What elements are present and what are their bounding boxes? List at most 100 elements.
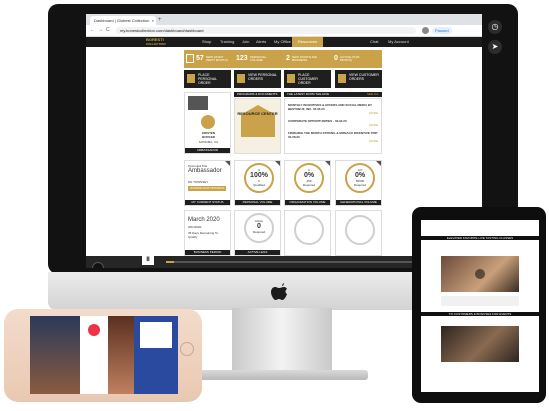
browser-tab[interactable]: Dashboard | Globest Collection ×: [90, 16, 156, 25]
nav-join[interactable]: Join: [242, 37, 249, 47]
stat-active: 0 ACTIVE (THIS MONTH): [334, 52, 380, 66]
name-line2: BURGER: [201, 135, 215, 139]
list-icon: [338, 74, 346, 83]
resource-center-title: RESOURCE CENTER: [237, 111, 278, 116]
ring-bottom: Qualified: [253, 183, 265, 187]
ring-value: 100%: [250, 172, 268, 179]
active-legs-card: Active 0 Required ACTIVE LEGS: [234, 210, 281, 256]
progress-ring: 127 0% 50000 Required: [345, 163, 375, 193]
news-title: MONTHLY INCENTIVES & OFFERS AND SOCIAL M…: [288, 103, 373, 111]
more-link[interactable]: MORE: [288, 111, 378, 115]
progress-ring: Active 0 Required: [244, 213, 274, 243]
phone-card: [140, 322, 172, 348]
home-button[interactable]: [180, 342, 194, 356]
nav-chat[interactable]: Chat: [370, 37, 378, 47]
sync-status-badge[interactable]: Paused: [432, 27, 452, 34]
back-icon[interactable]: ←: [90, 27, 95, 34]
news-header-title: THE LATEST FROM THE HIVE: [287, 92, 330, 96]
pause-button[interactable]: II: [142, 255, 154, 265]
period-month: March 2020: [188, 217, 220, 223]
browser-tab-bar: Dashboard | Globest Collection × +: [86, 14, 482, 25]
imac-stand-neck: [232, 308, 332, 374]
sponsor-name: DN TOWNSEY: [188, 180, 209, 184]
url-input[interactable]: my.bonestcollection.com/dashboard/dashbo…: [116, 27, 416, 34]
tile-label: PLACE CUSTOMER ORDER: [298, 73, 318, 85]
news-item[interactable]: CORPORATE OPPORTUNITIES - 03.02.20 MORE: [288, 119, 378, 127]
phone-screen: [30, 316, 178, 394]
stat-label: PERSONAL VOLUME: [250, 55, 267, 62]
imac-stand-base: [196, 370, 368, 380]
new-tab-icon[interactable]: +: [158, 16, 162, 25]
calendar-icon: [186, 54, 194, 63]
ambassador-card: KRISTEN BURGER SONOMA, CA AMBASSADOR: [184, 92, 231, 154]
site-logo[interactable]: BORESTI COLLECTION: [146, 38, 166, 47]
phone-white-panel: [82, 316, 106, 394]
tile-label: VIEW CUSTOMER ORDERS: [349, 73, 379, 81]
period-note: 35 Days Remaining To Qualify: [188, 231, 219, 239]
stat-value: 0: [334, 55, 338, 62]
share-icon[interactable]: ➤: [488, 40, 502, 54]
play-icon[interactable]: [475, 269, 485, 279]
period-range: 3/01/2020: [188, 225, 202, 229]
current-status-label: MY CURRENT STATUS: [185, 200, 230, 205]
see-all-link[interactable]: SEE ALL: [367, 92, 379, 97]
tablet-video-1[interactable]: [441, 256, 519, 292]
card-label: GENERATIONAL VOLUME: [336, 200, 381, 205]
corner-flag-icon: [325, 161, 330, 166]
corner-flag-icon: [275, 161, 280, 166]
ring-bottom: Required: [252, 230, 266, 234]
stat-label: ACTIVE (THIS MONTH): [340, 55, 360, 62]
avatar: [188, 96, 208, 110]
card-label: PERSONAL VOLUME: [235, 200, 280, 205]
phone-image-panel: [108, 316, 134, 394]
place-customer-order-button[interactable]: PLACE CUSTOMER ORDER: [284, 70, 331, 88]
tab-close-icon[interactable]: ×: [152, 16, 154, 25]
upgrade-rank-button[interactable]: UPGRADE RANK PROGRESS: [188, 186, 226, 191]
stat-value: 123: [236, 55, 248, 62]
forward-icon[interactable]: →: [98, 27, 103, 34]
empty-card: [284, 210, 331, 256]
business-period-card: March 2020 3/01/2020 35 Days Remaining T…: [184, 210, 231, 256]
rank-badge-icon: [201, 115, 215, 129]
view-personal-orders-button[interactable]: VIEW PERSONAL ORDERS: [234, 70, 281, 88]
resource-center-card[interactable]: RESOURCE CENTER: [234, 98, 281, 154]
progress-ring: 0 0% 250 Required: [294, 163, 324, 193]
ambassador-name: KRISTEN BURGER: [185, 131, 232, 139]
clock-icon[interactable]: ◷: [488, 20, 502, 34]
stat-value: 2: [286, 55, 290, 62]
phone-video-panel[interactable]: [30, 316, 80, 394]
progress-ring: 0 100% 0 Qualified: [244, 163, 274, 193]
reload-icon[interactable]: C: [106, 27, 110, 34]
more-link[interactable]: MORE: [288, 123, 378, 127]
programs-header: PROGRAMS & DOCUMENTS: [234, 92, 281, 97]
nav-shop[interactable]: Shop: [202, 37, 211, 47]
list-icon: [237, 74, 245, 83]
nav-my-account[interactable]: My Account: [388, 37, 409, 47]
news-item[interactable]: MONTHLY INCENTIVES & OFFERS AND SOCIAL M…: [288, 103, 378, 115]
place-personal-order-button[interactable]: PLACE PERSONAL ORDER: [184, 70, 231, 88]
nav-my-office[interactable]: My Office: [274, 37, 291, 47]
empty-ring: [345, 215, 375, 245]
card-label: BUSINESS PERIOD: [185, 250, 230, 255]
tablet-video-2[interactable]: [441, 326, 519, 362]
empty-card: [335, 210, 382, 256]
card-label: ACTIVE LEGS: [235, 250, 280, 255]
building-icon: [241, 105, 275, 137]
nav-alerts[interactable]: Alerts: [256, 37, 266, 47]
corner-flag-icon: [225, 161, 230, 166]
rank-title: Ambassador: [188, 168, 222, 174]
nav-resources[interactable]: Resources: [292, 37, 324, 47]
view-customer-orders-button[interactable]: VIEW CUSTOMER ORDERS: [335, 70, 382, 88]
browser-address-row: ← → C my.bonestcollection.com/dashboard/…: [86, 25, 482, 37]
card-label: ORGANIZATION VOLUME: [285, 200, 330, 205]
stat-new-frontline: 2 NEW FRONTLINE BUSINESS: [286, 52, 332, 66]
record-icon[interactable]: [92, 262, 104, 268]
profile-avatar[interactable]: [422, 27, 429, 34]
more-link[interactable]: MORE: [288, 139, 378, 143]
dashboard-content: 57 NEW START (NEXT MONTH) 123 PERSONAL V…: [184, 50, 382, 256]
nav-training[interactable]: Training: [220, 37, 234, 47]
news-item[interactable]: FINISHING THE MONTH STRONG & MONACO INCE…: [288, 131, 378, 143]
organization-volume-card: 0 0% 250 Required ORGANIZATION VOLUME: [284, 160, 331, 206]
tablet-screen: ELEVATED FAVORITE LIVE TASTING CLASSES T…: [421, 220, 539, 392]
cart-icon: [187, 74, 195, 83]
